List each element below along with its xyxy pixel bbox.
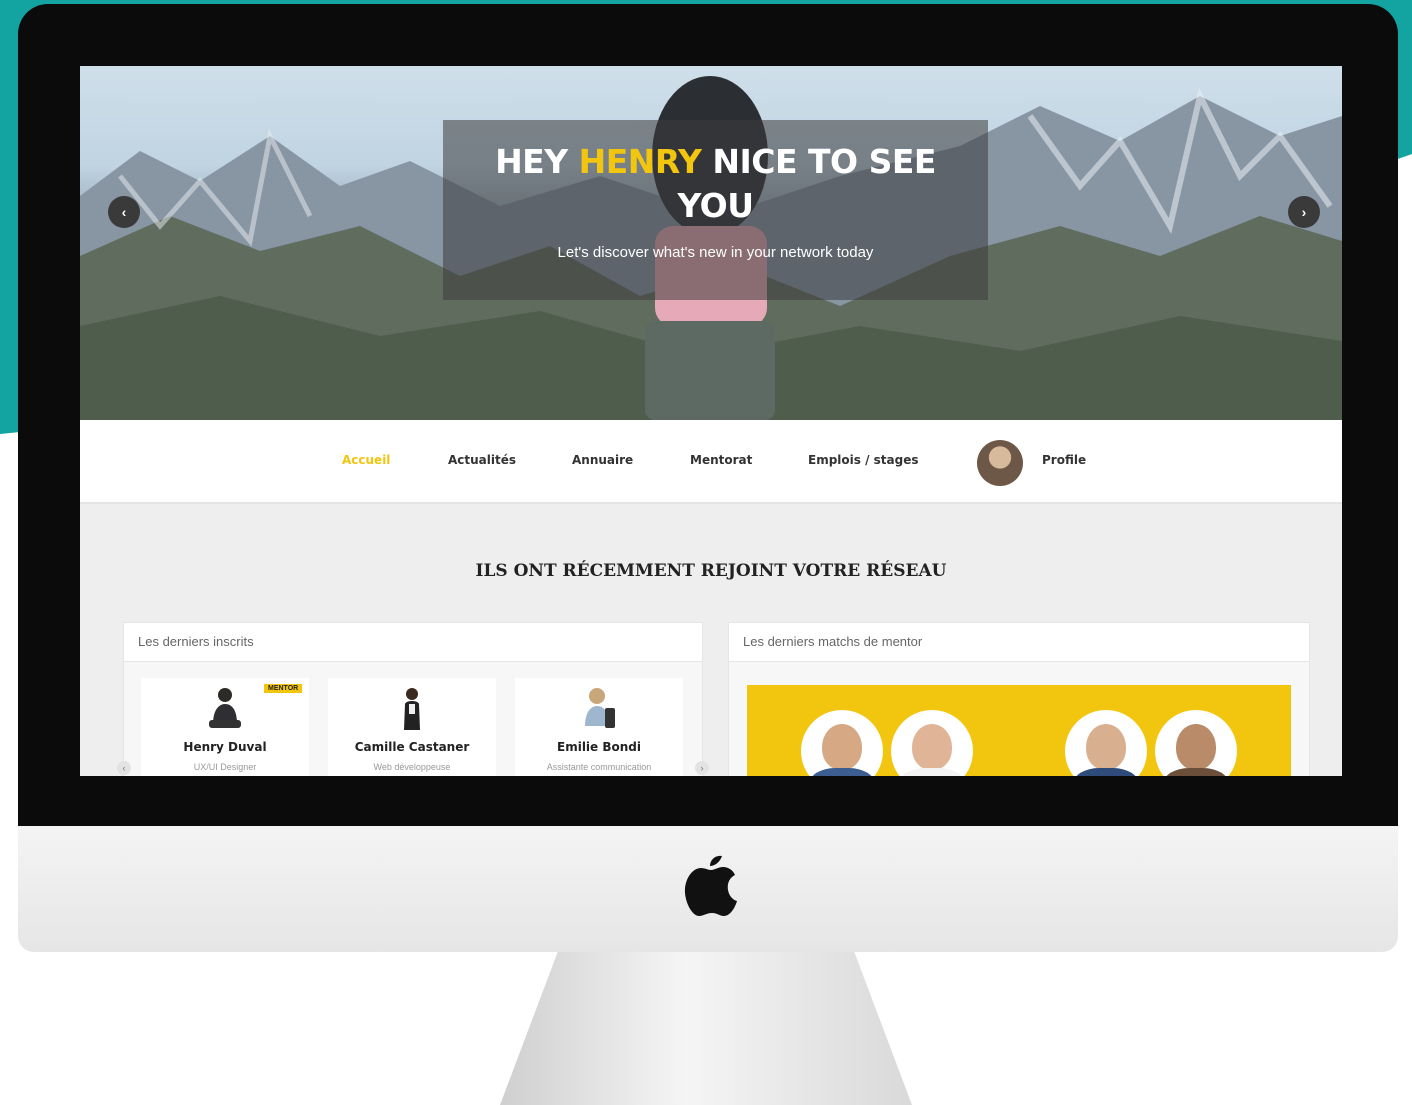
carousel-next-button[interactable]: › bbox=[1288, 196, 1320, 228]
member-card[interactable]: MENTOR Henry Duval UX/UI Designer bbox=[141, 678, 309, 776]
members-next-button[interactable]: › bbox=[695, 761, 709, 775]
member-card[interactable]: Camille Castaner Web développeuse bbox=[328, 678, 496, 776]
person-illustration-icon bbox=[585, 688, 615, 728]
hero-subtitle: Let's discover what's new in your networ… bbox=[557, 244, 874, 261]
match-avatar bbox=[1155, 710, 1237, 776]
mentor-match-banner bbox=[747, 685, 1291, 776]
hero-title: HEY HENRY NICE TO SEE YOU bbox=[495, 142, 936, 225]
person-illustration-icon bbox=[209, 688, 241, 728]
face-icon bbox=[1176, 724, 1216, 770]
nav-item-mentorat[interactable]: Mentorat bbox=[690, 453, 752, 467]
member-name: Camille Castaner bbox=[354, 740, 470, 754]
mentor-badge: MENTOR bbox=[264, 684, 303, 693]
mentor-matches-panel: Les derniers matchs de mentor bbox=[728, 622, 1310, 776]
face-icon bbox=[822, 724, 862, 770]
mentor-matches-heading: Les derniers matchs de mentor bbox=[729, 623, 1309, 662]
member-name: Emilie Bondi bbox=[557, 740, 641, 754]
match-avatar bbox=[1065, 710, 1147, 776]
match-avatar bbox=[891, 710, 973, 776]
main-navigation: Accueil Actualités Annuaire Mentorat Emp… bbox=[80, 420, 1342, 504]
nav-item-emplois-stages[interactable]: Emplois / stages bbox=[808, 453, 919, 467]
profile-avatar[interactable] bbox=[977, 440, 1023, 486]
member-card[interactable]: Emilie Bondi Assistante communication bbox=[515, 678, 683, 776]
hero-banner: HEY HENRY NICE TO SEE YOU Let's discover… bbox=[80, 66, 1342, 420]
member-role: Assistante communication bbox=[546, 762, 652, 772]
members-prev-button[interactable]: ‹ bbox=[117, 761, 131, 775]
member-role: Web développeuse bbox=[373, 762, 451, 772]
shirt-icon bbox=[1163, 768, 1229, 776]
nav-item-profile[interactable]: Profile bbox=[1042, 453, 1086, 467]
latest-members-heading: Les derniers inscrits bbox=[124, 623, 702, 662]
nav-item-actualites[interactable]: Actualités bbox=[448, 453, 516, 467]
shirt-icon bbox=[899, 768, 965, 776]
hero-title-name: HENRY bbox=[578, 142, 702, 181]
shirt-icon bbox=[1073, 768, 1139, 776]
shirt-icon bbox=[809, 768, 875, 776]
face-icon bbox=[1086, 724, 1126, 770]
hero-caption: HEY HENRY NICE TO SEE YOU Let's discover… bbox=[443, 120, 988, 300]
latest-members-panel: Les derniers inscrits MENTOR Henry Duval… bbox=[117, 622, 709, 776]
section-title: ILS ONT RÉCEMMENT REJOINT VOTRE RÉSEAU bbox=[475, 561, 947, 581]
face-icon bbox=[912, 724, 952, 770]
match-avatar bbox=[801, 710, 883, 776]
member-name: Henry Duval bbox=[183, 740, 267, 754]
carousel-prev-button[interactable]: ‹ bbox=[108, 196, 140, 228]
nav-item-accueil[interactable]: Accueil bbox=[342, 453, 390, 467]
nav-item-annuaire[interactable]: Annuaire bbox=[572, 453, 633, 467]
browser-screen: HEY HENRY NICE TO SEE YOU Let's discover… bbox=[80, 66, 1342, 776]
apple-logo-icon bbox=[684, 855, 737, 916]
member-role: UX/UI Designer bbox=[193, 762, 257, 772]
person-illustration-icon bbox=[404, 688, 420, 730]
monitor-stand bbox=[500, 952, 912, 1105]
